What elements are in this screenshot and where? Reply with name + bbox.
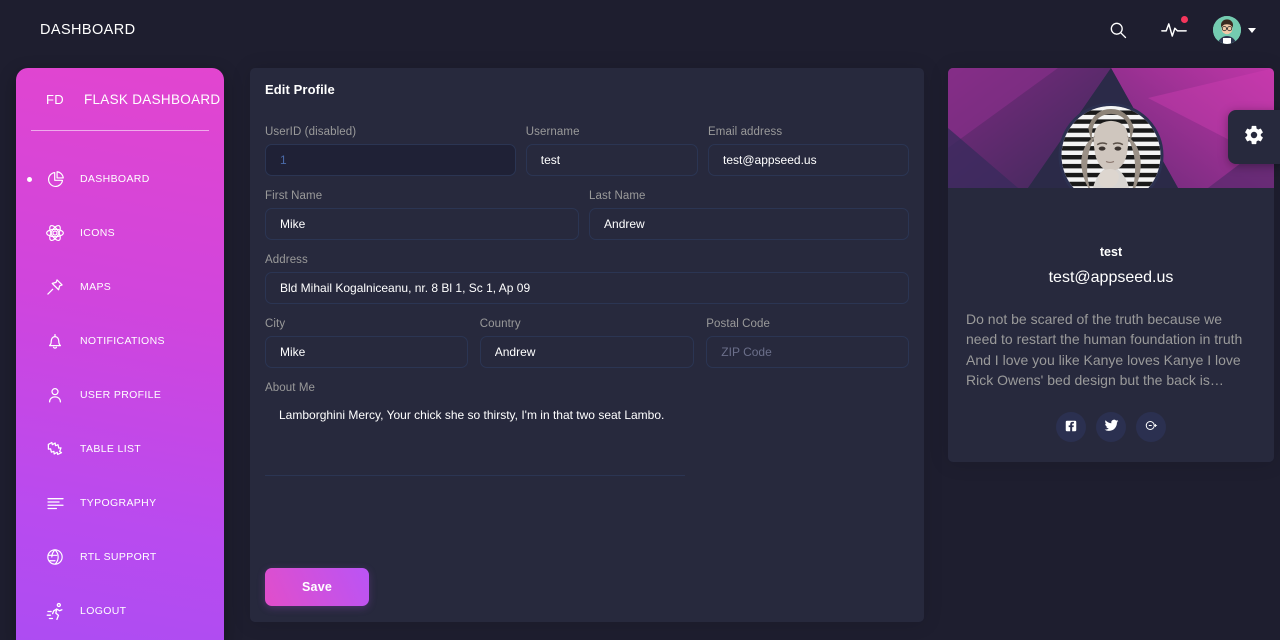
field-label: Country: [479, 318, 521, 330]
form-row-location: City Country Postal Code: [265, 318, 910, 368]
profile-banner: [948, 68, 1274, 188]
username-input[interactable]: [525, 144, 699, 176]
bell-icon: [38, 331, 72, 351]
field-city: City: [265, 318, 468, 368]
user-profile-card: test test@appseed.us Do not be scared of…: [948, 68, 1274, 462]
sidebar-logo[interactable]: FD FLASK DASHBOARD: [16, 68, 224, 130]
field-country: Country: [479, 318, 695, 368]
field-about-me: About Me: [265, 382, 909, 481]
field-label: Address: [265, 254, 308, 266]
settings-panel-toggle[interactable]: [1228, 110, 1280, 164]
activity-button[interactable]: [1157, 13, 1191, 47]
field-label: First Name: [265, 190, 323, 202]
search-button[interactable]: [1101, 13, 1135, 47]
sidebar-item-label: MAPS: [80, 281, 112, 293]
save-button[interactable]: Save: [265, 568, 369, 606]
logo-text: FLASK DASHBOARD: [83, 91, 221, 107]
edit-profile-card: Edit Profile UserID (disabled) Username …: [250, 68, 924, 622]
sidebar-item-table-list[interactable]: TABLE LIST: [16, 422, 224, 476]
globe-icon: [38, 547, 72, 567]
last-name-input[interactable]: [589, 208, 909, 240]
notification-badge-dot: [1181, 16, 1188, 23]
card-title: Edit Profile: [265, 82, 335, 97]
sidebar-item-label: TABLE LIST: [80, 443, 142, 455]
form-row-address: Address: [265, 254, 909, 304]
sidebar: FD FLASK DASHBOARD DASHBOARD ICONS MAPS …: [16, 68, 224, 640]
form-row-name: First Name Last Name: [265, 190, 909, 240]
sidebar-item-label: TYPOGRAPHY: [80, 497, 157, 509]
sidebar-divider: [31, 130, 209, 131]
pin-icon: [38, 277, 72, 297]
logo-mini: FD: [46, 91, 64, 107]
form-row-about: About Me: [265, 382, 909, 481]
sidebar-item-user-profile[interactable]: USER PROFILE: [16, 368, 224, 422]
postal-code-input[interactable]: [706, 336, 910, 368]
twitter-button[interactable]: [1096, 412, 1126, 443]
sidebar-item-notifications[interactable]: NOTIFICATIONS: [16, 314, 224, 368]
sidebar-item-rtl-support[interactable]: RTL SUPPORT: [16, 530, 224, 584]
field-label: Username: [525, 126, 580, 138]
facebook-button[interactable]: [1056, 412, 1086, 443]
country-input[interactable]: [479, 336, 695, 368]
email-input[interactable]: [708, 144, 909, 176]
gear-icon: [1243, 124, 1265, 151]
field-label: About Me: [265, 382, 316, 394]
field-username: Username: [525, 126, 699, 176]
sidebar-nav: DASHBOARD ICONS MAPS NOTIFICATIONS USER …: [16, 152, 224, 638]
field-email: Email address: [708, 126, 909, 176]
facebook-icon: [1064, 419, 1078, 436]
google-plus-icon: [1144, 418, 1159, 436]
field-userid: UserID (disabled): [265, 126, 516, 176]
sidebar-item-label: ICONS: [80, 227, 116, 239]
chart-pie-icon: [38, 170, 72, 189]
google-plus-button[interactable]: [1136, 412, 1166, 443]
sidebar-item-label: DASHBOARD: [80, 173, 150, 185]
field-label: City: [265, 318, 286, 330]
user-icon: [38, 385, 72, 405]
search-icon: [1108, 20, 1128, 40]
field-address: Address: [265, 254, 909, 304]
sidebar-item-icons[interactable]: ICONS: [16, 206, 224, 260]
user-avatar: [1213, 16, 1241, 44]
field-label: UserID (disabled): [265, 126, 357, 138]
about-me-textarea[interactable]: [265, 400, 685, 476]
text-align-icon: [38, 493, 72, 514]
pulse-activity-icon: [1161, 20, 1187, 40]
field-label: Last Name: [589, 190, 646, 202]
social-links: [948, 412, 1274, 443]
sidebar-item-label: USER PROFILE: [80, 389, 162, 401]
twitter-icon: [1104, 418, 1119, 436]
form-row-identity: UserID (disabled) Username Email address: [265, 126, 909, 176]
top-navbar: DASHBOARD: [0, 0, 1280, 60]
address-input[interactable]: [265, 272, 909, 304]
sidebar-item-dashboard[interactable]: DASHBOARD: [16, 152, 224, 206]
edit-profile-form: UserID (disabled) Username Email address…: [265, 126, 910, 495]
active-indicator-dot: [27, 176, 32, 182]
field-first-name: First Name: [265, 190, 580, 240]
profile-description: Do not be scared of the truth because we…: [966, 311, 1243, 388]
userid-input: [265, 144, 516, 176]
sidebar-item-label: NOTIFICATIONS: [80, 335, 165, 347]
page-title: DASHBOARD: [40, 22, 136, 38]
navbar-actions: [1101, 13, 1256, 47]
chevron-down-icon: [1248, 27, 1256, 33]
atom-icon: [38, 223, 72, 243]
sidebar-item-maps[interactable]: MAPS: [16, 260, 224, 314]
sidebar-item-label: RTL SUPPORT: [80, 551, 157, 563]
profile-name: test: [1099, 245, 1123, 259]
city-input[interactable]: [265, 336, 468, 368]
sidebar-item-label: LOGOUT: [80, 605, 127, 617]
field-label: Email address: [708, 126, 783, 138]
puzzle-icon: [38, 439, 72, 459]
profile-email: test@appseed.us: [1048, 269, 1174, 286]
user-menu-button[interactable]: [1213, 16, 1256, 44]
field-postal-code: Postal Code: [706, 318, 910, 368]
field-last-name: Last Name: [589, 190, 909, 240]
sidebar-item-typography[interactable]: TYPOGRAPHY: [16, 476, 224, 530]
field-label: Postal Code: [706, 318, 771, 330]
first-name-input[interactable]: [265, 208, 580, 240]
sidebar-item-logout[interactable]: LOGOUT: [16, 584, 224, 638]
running-man-icon: [38, 601, 72, 622]
